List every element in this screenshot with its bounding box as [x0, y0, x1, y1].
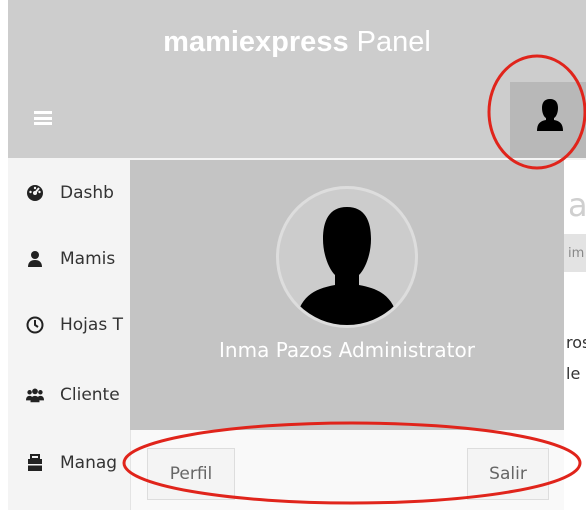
content-text: le [566, 364, 581, 383]
user-footer: Perfil Salir [130, 430, 564, 510]
profile-button[interactable]: Perfil [147, 448, 235, 500]
user-dropdown: Inma Pazos Administrator Perfil Salir [130, 160, 564, 510]
sidebar: Dashb Mamis Hojas T Cliente Manag [8, 160, 134, 510]
logout-button[interactable]: Salir [467, 448, 549, 500]
sidebar-item-dashboard[interactable]: Dashb [8, 174, 134, 214]
user-name: Inma Pazos Administrator [219, 338, 475, 362]
users-icon [26, 388, 44, 403]
sidebar-item-label: Dashb [60, 183, 114, 203]
user-icon [28, 251, 42, 267]
content-text: ros [566, 333, 586, 352]
user-icon [537, 99, 563, 131]
sidebar-item-label: Manag [60, 453, 118, 473]
briefcase-icon [28, 454, 42, 471]
brand-logo[interactable]: mamiexpress Panel [8, 26, 586, 59]
user-menu-toggle[interactable] [510, 82, 586, 158]
user-silhouette-icon [295, 207, 399, 325]
sidebar-item-manag[interactable]: Manag [8, 444, 134, 484]
brand-name-light: Panel [348, 26, 431, 58]
sidebar-item-label: Hojas T [60, 315, 123, 335]
avatar [276, 186, 418, 328]
hamburger-icon[interactable] [34, 111, 52, 125]
sidebar-item-clientes[interactable]: Cliente [8, 376, 134, 416]
brand-name-bold: mamiexpress [163, 26, 349, 58]
sidebar-item-hojas[interactable]: Hojas T [8, 306, 134, 346]
clock-icon [26, 316, 44, 334]
user-header: Inma Pazos Administrator [130, 160, 564, 430]
sidebar-item-label: Cliente [60, 385, 120, 405]
page-title: ab [568, 186, 586, 224]
top-navbar: mamiexpress Panel [8, 0, 586, 158]
sidebar-item-label: Mamis [60, 249, 116, 269]
dashboard-icon [27, 185, 43, 201]
breadcrumb: im [568, 246, 585, 261]
sidebar-item-mamis[interactable]: Mamis [8, 240, 134, 280]
